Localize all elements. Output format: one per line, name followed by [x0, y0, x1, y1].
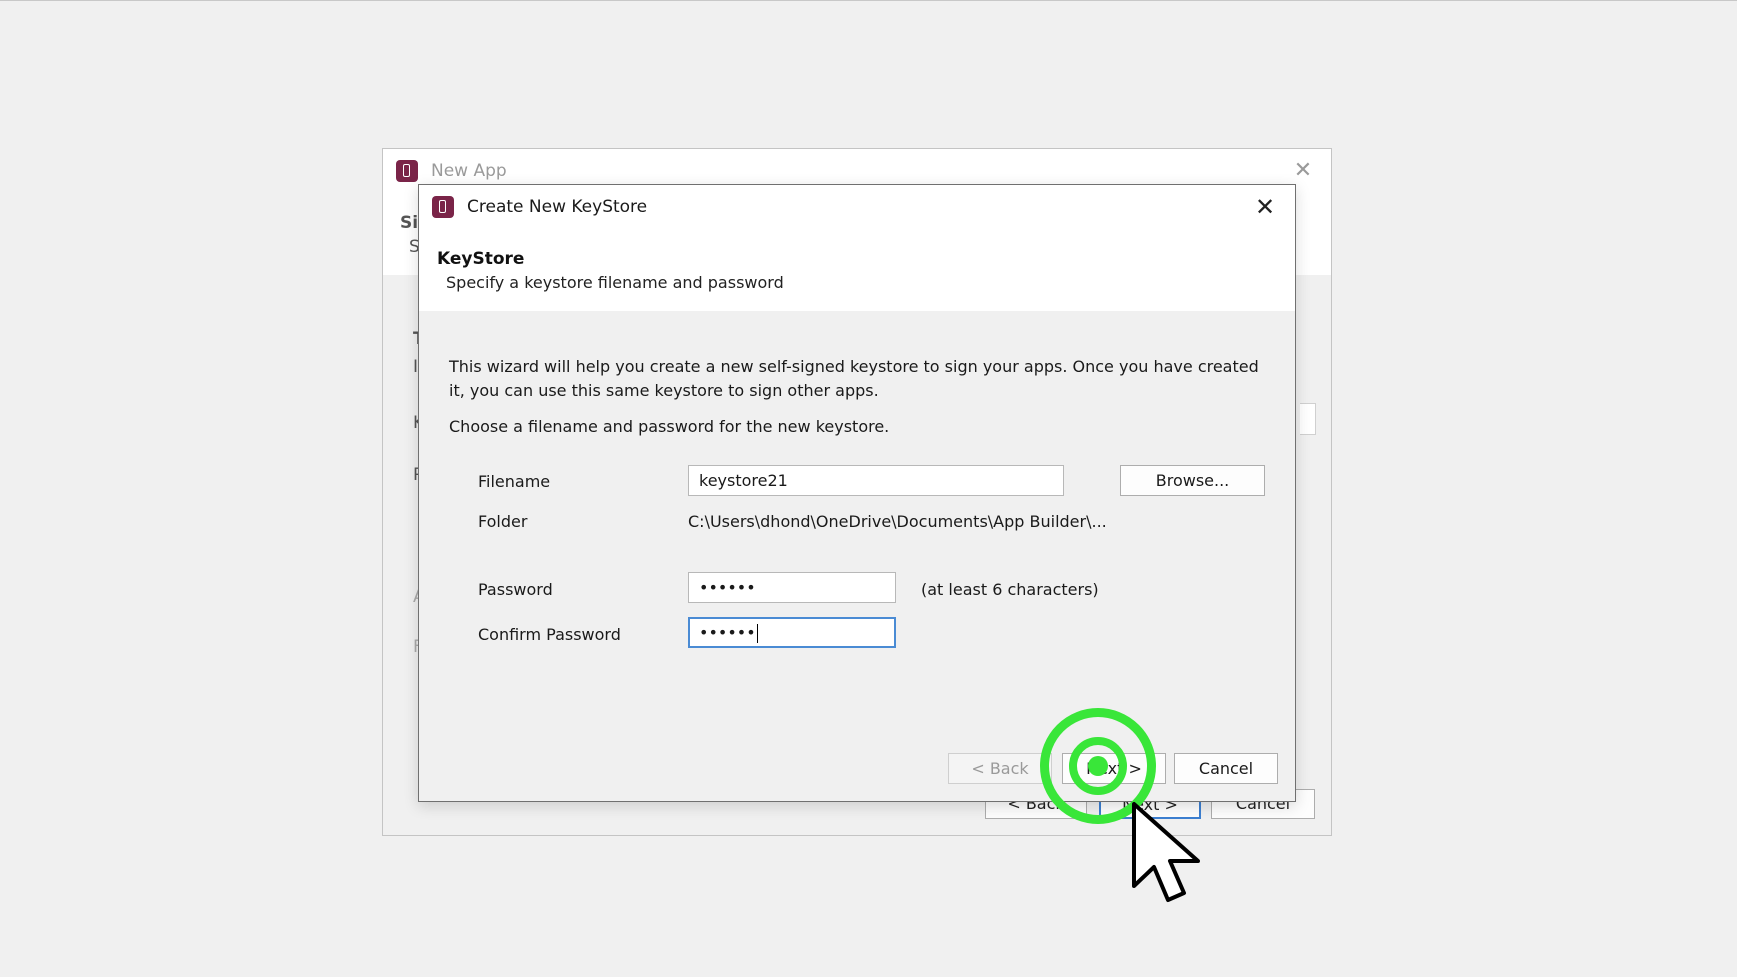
click-indicator-dot: [1088, 756, 1108, 776]
screen-top-border: [0, 0, 1737, 1]
filename-label: Filename: [478, 472, 551, 491]
section-subtitle: Specify a keystore filename and password: [446, 273, 784, 292]
password-hint: (at least 6 characters): [921, 580, 1099, 599]
close-icon[interactable]: ✕: [1289, 157, 1317, 185]
cancel-button[interactable]: Cancel: [1174, 753, 1278, 784]
confirm-password-value: ••••••: [699, 623, 756, 642]
text-caret: [756, 624, 758, 643]
new-app-title: New App: [431, 161, 507, 181]
browse-button[interactable]: Browse...: [1120, 465, 1265, 496]
section-title: KeyStore: [437, 249, 525, 269]
create-keystore-dialog: Create New KeyStore ✕ KeyStore Specify a…: [418, 184, 1296, 802]
instruction-text: Choose a filename and password for the n…: [449, 417, 890, 436]
dialog-title: Create New KeyStore: [467, 197, 648, 217]
confirm-password-label: Confirm Password: [478, 625, 621, 644]
filename-input[interactable]: keystore21: [688, 465, 1064, 496]
mouse-cursor-icon: [1132, 802, 1200, 902]
bg-input-edge: [1300, 403, 1316, 435]
folder-value: C:\Users\dhond\OneDrive\Documents\App Bu…: [688, 512, 1107, 531]
app-icon: [396, 160, 418, 182]
intro-text: This wizard will help you create a new s…: [449, 357, 1259, 400]
close-icon[interactable]: ✕: [1249, 191, 1281, 223]
confirm-password-input[interactable]: ••••••: [688, 617, 896, 648]
folder-label: Folder: [478, 512, 528, 531]
password-label: Password: [478, 580, 553, 599]
new-app-titlebar: New App ✕: [383, 149, 1331, 189]
back-button[interactable]: < Back: [948, 753, 1052, 784]
bg-section-title-peek: Si: [400, 213, 419, 233]
app-icon: [432, 196, 454, 218]
password-input[interactable]: ••••••: [688, 572, 896, 603]
